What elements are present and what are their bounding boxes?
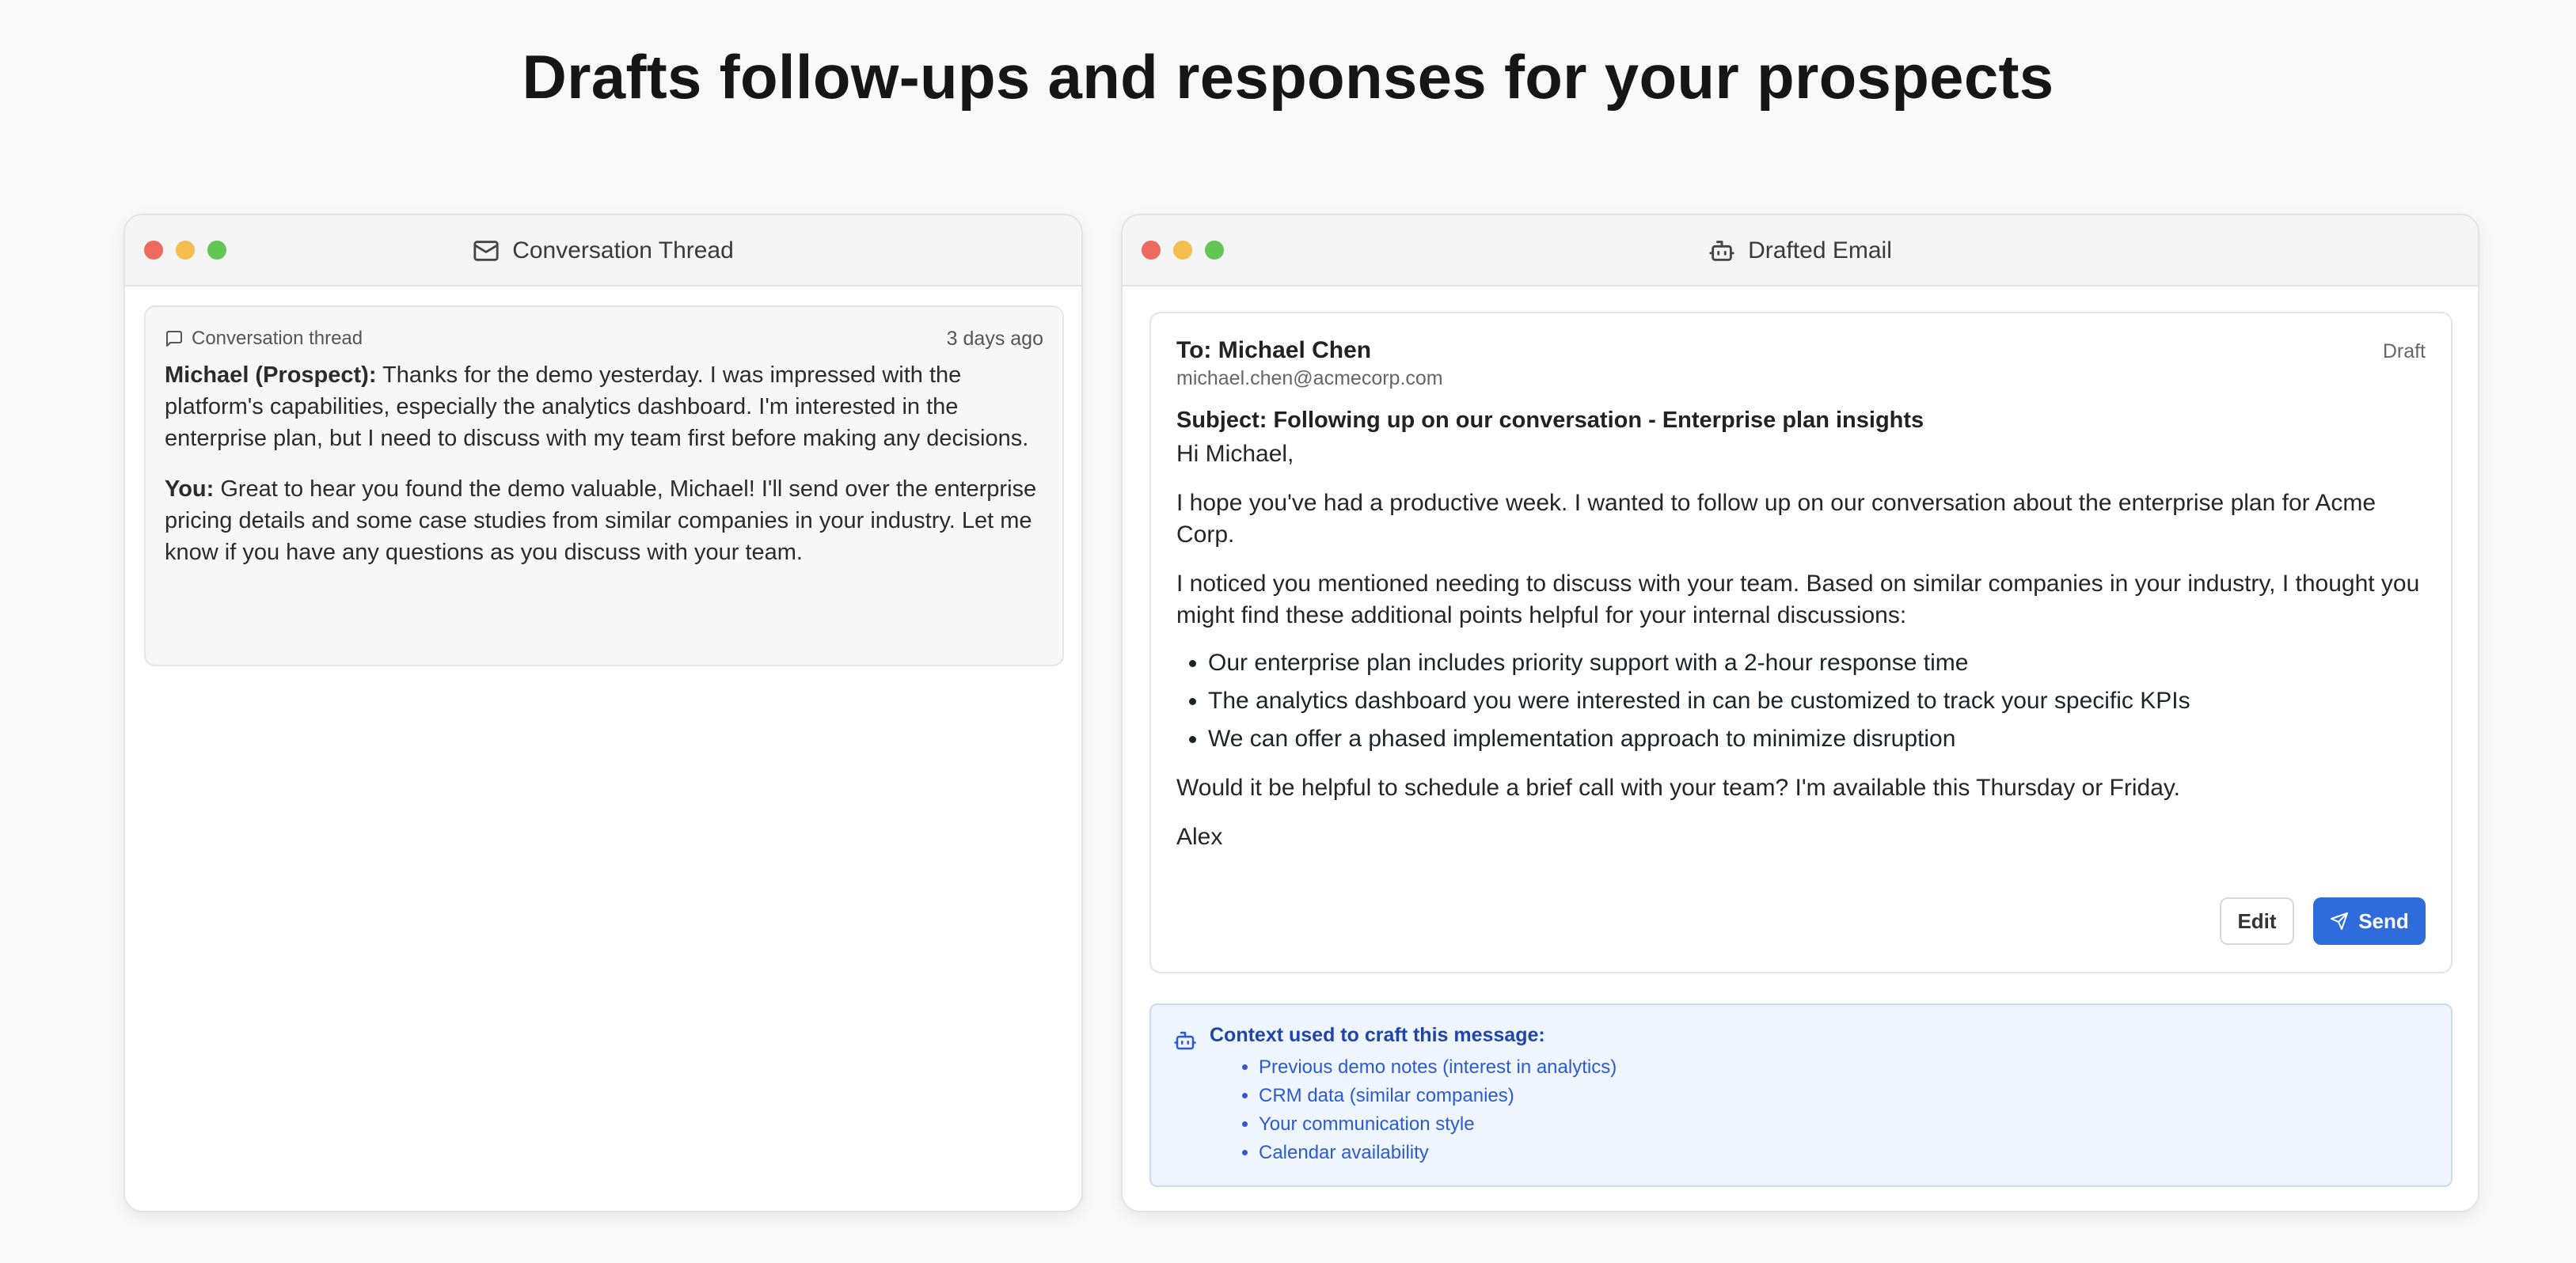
email-paragraph: I noticed you mentioned needing to discu…	[1176, 571, 2420, 628]
thread-label: Conversation thread	[165, 328, 363, 350]
thread-label-text: Conversation thread	[192, 328, 363, 349]
context-list: Previous demo notes (interest in analyti…	[1259, 1053, 2427, 1167]
list-item: Our enterprise plan includes priority su…	[1208, 647, 2426, 679]
context-panel: Context used to craft this message: Prev…	[1149, 1003, 2453, 1187]
list-item: The analytics dashboard you were interes…	[1208, 685, 2426, 717]
list-item: Previous demo notes (interest in analyti…	[1259, 1053, 2427, 1082]
send-button[interactable]: Send	[2313, 897, 2426, 945]
message-square-icon	[166, 331, 182, 347]
status-badge: Draft	[2382, 340, 2426, 362]
recipient-name: To: Michael Chen	[1176, 337, 1372, 363]
message-text: Great to hear you found the demo valuabl…	[165, 476, 1037, 565]
window-title: Drafted Email	[1123, 215, 2478, 286]
email-draft-card: To: Michael Chen Draft michael.chen@acme…	[1149, 312, 2453, 973]
window-titlebar: Drafted Email	[1123, 215, 2478, 286]
send-icon	[2331, 912, 2349, 930]
drafted-email-window: Drafted Email To: Michael Chen Draft mic…	[1121, 214, 2479, 1212]
recipient-email: michael.chen@acmecorp.com	[1176, 367, 1443, 389]
send-button-label: Send	[2358, 908, 2409, 933]
email-signature: Alex	[1176, 824, 1223, 850]
email-paragraph: I hope you've had a productive week. I w…	[1176, 490, 2376, 548]
email-subject: Subject: Following up on our conversatio…	[1176, 408, 1924, 433]
window-title-text: Conversation Thread	[512, 237, 734, 264]
thread-timestamp: 3 days ago	[946, 327, 1043, 350]
window-title-text: Drafted Email	[1748, 237, 1892, 264]
edit-button[interactable]: Edit	[2220, 897, 2294, 945]
conversation-thread-card: Conversation thread 3 days ago Michael (…	[144, 305, 1064, 666]
list-item: Your communication style	[1259, 1110, 2427, 1139]
email-greeting: Hi Michael,	[1176, 441, 1294, 467]
bot-icon	[1174, 1031, 1196, 1050]
window-titlebar: Conversation Thread	[125, 215, 1081, 286]
prospect-message: Michael (Prospect): Thanks for the demo …	[165, 359, 1043, 454]
email-paragraph: Would it be helpful to schedule a brief …	[1176, 775, 2181, 801]
list-item: We can offer a phased implementation app…	[1208, 723, 2426, 755]
email-actions: Edit Send	[2220, 897, 2426, 945]
user-message: You: Great to hear you found the demo va…	[165, 473, 1043, 568]
list-item: Calendar availability	[1259, 1139, 2427, 1167]
list-item: CRM data (similar companies)	[1259, 1082, 2427, 1110]
mail-icon	[473, 241, 499, 261]
thread-header: Conversation thread 3 days ago	[165, 324, 1043, 353]
window-title: Conversation Thread	[125, 215, 1081, 286]
message-sender: You:	[165, 476, 215, 502]
bot-icon	[1709, 241, 1734, 261]
email-bullet-list: Our enterprise plan includes priority su…	[1208, 647, 2426, 755]
context-title: Context used to craft this message:	[1210, 1024, 1545, 1046]
message-sender: Michael (Prospect):	[165, 362, 377, 388]
edit-button-label: Edit	[2237, 908, 2277, 933]
conversation-thread-window: Conversation Thread Conversation thread …	[123, 214, 1083, 1212]
page-headline: Drafts follow-ups and responses for your…	[522, 42, 2054, 112]
